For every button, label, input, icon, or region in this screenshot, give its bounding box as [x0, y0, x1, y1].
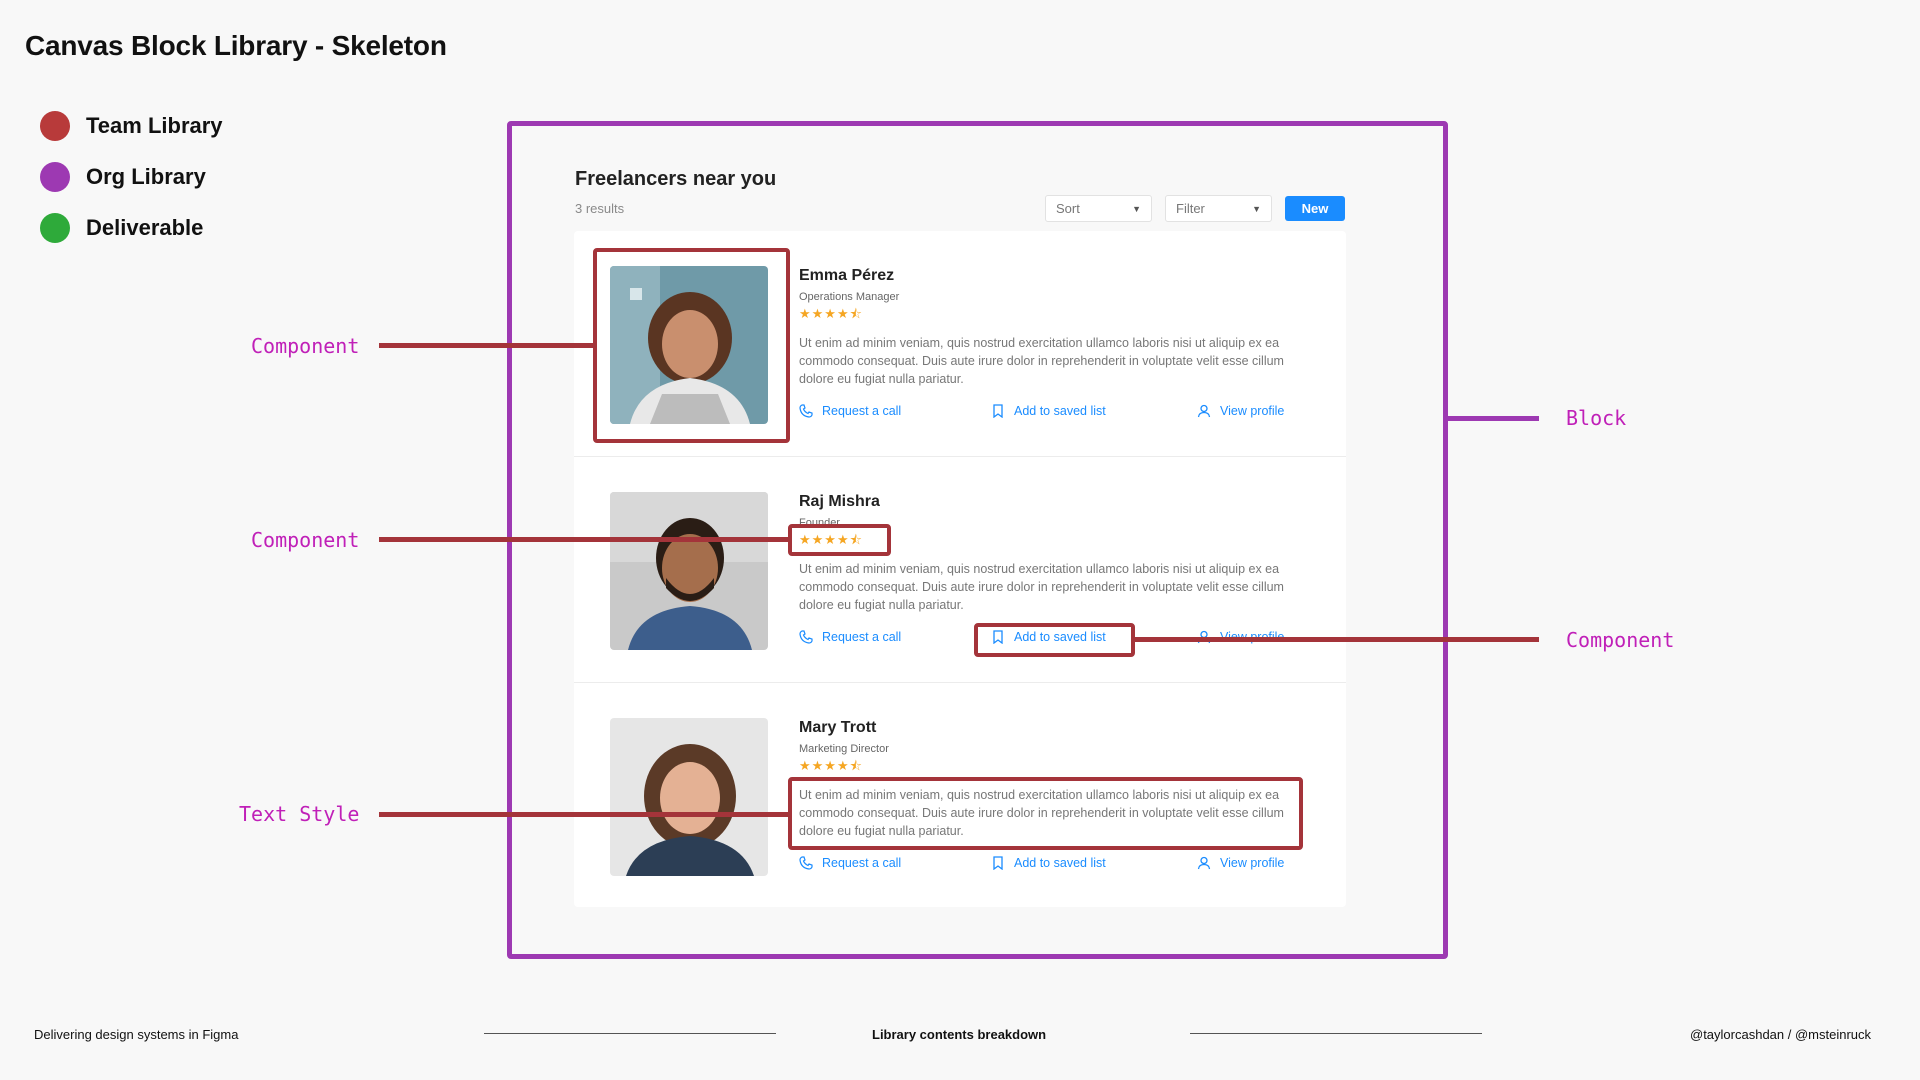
view-profile-label: View profile: [1220, 856, 1285, 870]
request-call-label: Request a call: [822, 404, 902, 418]
callout-component-3: Component: [1566, 628, 1675, 652]
sort-dropdown[interactable]: Sort ▼: [1045, 195, 1152, 222]
request-call-link[interactable]: Request a call: [799, 404, 901, 418]
connector-line-component-2: [379, 537, 790, 542]
bookmark-icon: [993, 856, 1003, 870]
legend-item-team-library: Team Library: [40, 100, 223, 151]
legend: Team Library Org Library Deliverable: [40, 100, 223, 253]
person-name[interactable]: Mary Trott: [799, 719, 876, 737]
highlight-save-button-component: [974, 623, 1135, 657]
highlight-text-style: [788, 777, 1303, 850]
request-call-link[interactable]: Request a call: [799, 630, 901, 644]
star-rating: ★★★★⯪: [799, 306, 863, 321]
connector-line-text-style: [379, 812, 790, 817]
phone-icon: [799, 630, 813, 644]
new-button[interactable]: New: [1285, 196, 1345, 221]
star-rating: ★★★★⯪: [799, 758, 863, 773]
user-icon: [1197, 856, 1211, 870]
list-item-raj: Raj Mishra Founder ★★★★⯪ Ut enim ad mini…: [574, 457, 1346, 683]
results-count: 3 results: [575, 201, 625, 216]
panel-title: Freelancers near you: [575, 168, 777, 190]
person-description: Ut enim ad minim veniam, quis nostrud ex…: [799, 336, 1284, 386]
callout-component-1: Component: [251, 334, 360, 358]
filter-dropdown[interactable]: Filter ▼: [1165, 195, 1272, 222]
person-role: Marketing Director: [799, 743, 889, 755]
footer-center: Library contents breakdown: [872, 1027, 1047, 1042]
request-call-label: Request a call: [822, 856, 902, 870]
connector-line-block: [1448, 416, 1539, 421]
chevron-down-icon: ▼: [1132, 203, 1141, 214]
callout-block: Block: [1566, 406, 1627, 430]
org-library-dot-icon: [40, 161, 70, 192]
footer-left: Delivering design systems in Figma: [34, 1027, 239, 1042]
sort-label: Sort: [1056, 201, 1080, 216]
page-title: Canvas Block Library - Skeleton: [25, 30, 447, 61]
avatar: [610, 492, 768, 650]
bookmark-icon: [993, 404, 1003, 418]
footer-divider-left: [484, 1033, 776, 1034]
add-saved-list-link[interactable]: Add to saved list: [991, 856, 1106, 870]
view-profile-link[interactable]: View profile: [1197, 856, 1284, 870]
connector-line-component-3: [1133, 637, 1539, 642]
highlight-avatar-component: [593, 248, 790, 443]
person-name[interactable]: Raj Mishra: [799, 493, 880, 511]
legend-label: Team Library: [86, 112, 223, 138]
person-name[interactable]: Emma Pérez: [799, 267, 894, 285]
request-call-link[interactable]: Request a call: [799, 856, 901, 870]
legend-item-org-library: Org Library: [40, 151, 223, 202]
connector-line-component-1: [379, 343, 595, 348]
user-icon: [1197, 404, 1211, 418]
add-saved-list-link[interactable]: Add to saved list: [991, 404, 1106, 418]
team-library-dot-icon: [40, 110, 70, 141]
phone-icon: [799, 856, 813, 870]
add-saved-list-label: Add to saved list: [1014, 856, 1106, 870]
avatar: [610, 718, 768, 876]
legend-label: Deliverable: [86, 214, 204, 240]
legend-item-deliverable: Deliverable: [40, 202, 223, 253]
add-saved-list-label: Add to saved list: [1014, 404, 1106, 418]
person-description: Ut enim ad minim veniam, quis nostrud ex…: [799, 562, 1284, 612]
deliverable-dot-icon: [40, 212, 70, 243]
footer-divider-right: [1190, 1033, 1482, 1034]
callout-component-2: Component: [251, 528, 360, 552]
phone-icon: [799, 404, 813, 418]
legend-label: Org Library: [86, 163, 206, 189]
avatar-photo-mary: [610, 718, 768, 876]
filter-label: Filter: [1176, 201, 1205, 216]
view-profile-link[interactable]: View profile: [1197, 404, 1284, 418]
chevron-down-icon: ▼: [1252, 203, 1261, 214]
highlight-rating-component: [788, 524, 891, 556]
view-profile-label: View profile: [1220, 404, 1285, 418]
callout-text-style: Text Style: [239, 802, 360, 826]
person-role: Operations Manager: [799, 291, 900, 303]
footer-right: @taylorcashdan / @msteinruck: [1690, 1027, 1872, 1042]
request-call-label: Request a call: [822, 630, 902, 644]
avatar-photo-raj: [610, 492, 768, 650]
